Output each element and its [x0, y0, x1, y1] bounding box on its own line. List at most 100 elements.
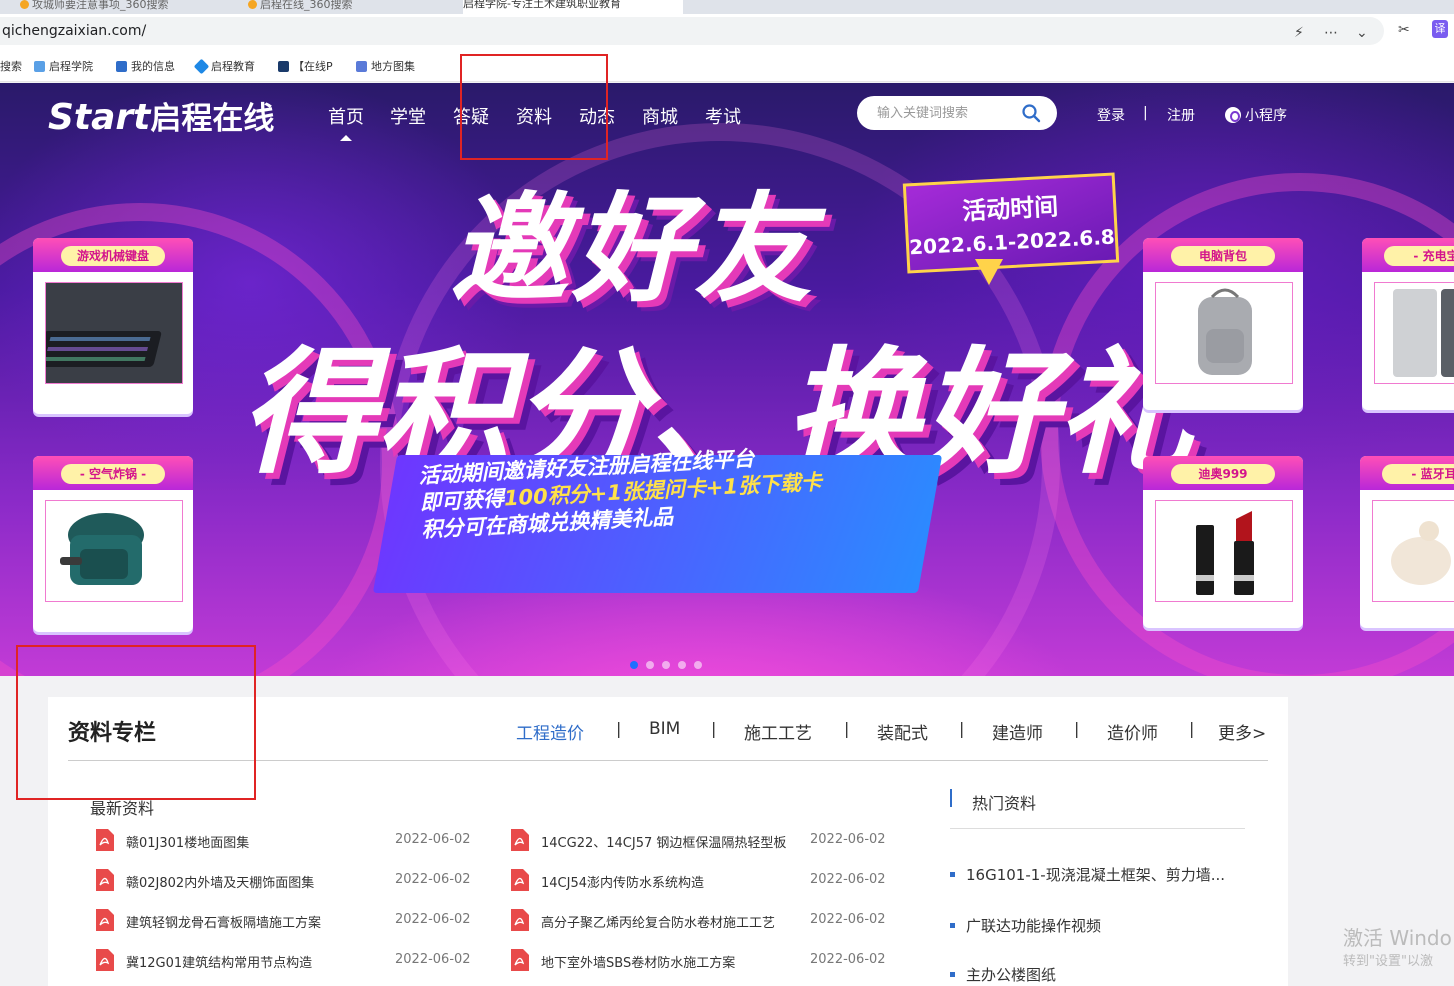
browser-tab-active[interactable]: 启程学院-专注土木建筑职业教育 [463, 0, 683, 14]
tab-constructor[interactable]: 建造师 [992, 719, 1043, 744]
bookmark-item[interactable]: 启程教育 [193, 58, 255, 75]
activity-time-title: 活动时间 [961, 192, 1059, 226]
mini-program-icon [1225, 107, 1241, 123]
browser-tab[interactable]: 启程在线_360搜索 [248, 0, 448, 14]
bookmark-favicon-icon [116, 61, 127, 72]
url-text: qichengzaixian.com/ [2, 23, 147, 39]
bookmark-item[interactable]: 地方图集 [356, 58, 415, 74]
nav-academy[interactable]: 学堂 [390, 103, 426, 129]
search-box[interactable] [857, 96, 1057, 130]
earbuds-image [1372, 500, 1454, 602]
tab-prefabricated[interactable]: 装配式 [877, 719, 928, 744]
windows-activation-hint: 转到"设置"以激 [1343, 954, 1433, 969]
pdf-icon [511, 829, 529, 851]
more-icon[interactable]: ⋯ [1324, 25, 1338, 41]
prize-card: 游戏机械键盘 [33, 238, 193, 414]
hot-item[interactable]: 主办公楼图纸 [950, 964, 1056, 985]
address-bar: qichengzaixian.com/ ⚡ ⋯ ⌄ ✂ 译 [0, 14, 1454, 48]
tab-cost-engineer[interactable]: 造价师 [1107, 719, 1158, 744]
doc-title: 14CJ54澎内传防水系统构造 [541, 876, 704, 891]
header-divider: | [1143, 105, 1148, 121]
prize-card: 迪奥999 [1143, 456, 1303, 628]
carousel-dot[interactable] [678, 661, 686, 669]
prize-label: - 充电宝 [1384, 246, 1454, 266]
bookmark-favicon-icon [34, 61, 45, 72]
nav-home[interactable]: 首页 [328, 103, 364, 129]
tab-separator: | [1074, 719, 1080, 738]
doc-title: 赣01J301楼地面图集 [126, 836, 250, 851]
tab-cost-engineering[interactable]: 工程造价 [516, 719, 584, 744]
browser-tab[interactable]: 攻城师要注意事项_360搜索 [20, 0, 235, 14]
nav-shop[interactable]: 商城 [642, 103, 678, 129]
doc-title: 赣02J802内外墙及天棚饰面图集 [126, 876, 315, 891]
hot-item[interactable]: 广联达功能操作视频 [950, 915, 1101, 936]
doc-title: 地下室外墙SBS卷材防水施工方案 [541, 956, 736, 971]
carousel-dots [630, 654, 710, 673]
translate-icon[interactable]: 译 [1432, 20, 1448, 38]
carousel-dot-active[interactable] [630, 661, 638, 669]
search-icon[interactable] [1021, 103, 1041, 123]
tab-favicon-icon [248, 0, 257, 9]
activity-time-badge: 活动时间 2022.6.1-2022.6.8 [902, 172, 1120, 274]
carousel-dot[interactable] [694, 661, 702, 669]
backpack-image [1155, 282, 1293, 384]
prize-label: 游戏机械键盘 [61, 246, 165, 266]
url-field[interactable]: qichengzaixian.com/ ⚡ ⋯ ⌄ [0, 17, 1384, 45]
bookmark-item[interactable]: 我的信息 [116, 58, 175, 74]
prize-label: - 空气炸锅 - [61, 464, 165, 484]
lightning-icon[interactable]: ⚡ [1294, 25, 1304, 41]
prize-label: 电脑背包 [1171, 246, 1275, 266]
hot-item[interactable]: 16G101-1-现浇混凝土框架、剪力墙... [950, 864, 1225, 885]
carousel-dot[interactable] [646, 661, 654, 669]
list-item[interactable]: 赣02J802内外墙及天棚饰面图集 2022-06-02 [96, 869, 486, 893]
prize-card: - 空气炸锅 - [33, 456, 193, 632]
scissors-icon[interactable]: ✂ [1398, 22, 1410, 38]
pdf-icon [511, 869, 529, 891]
doc-date: 2022-06-02 [810, 912, 886, 927]
doc-date: 2022-06-02 [395, 952, 471, 967]
nav-active-indicator [340, 135, 352, 141]
hot-divider [950, 828, 1245, 829]
tab-bim[interactable]: BIM [649, 719, 680, 739]
hot-accent-bar [950, 789, 952, 807]
list-item[interactable]: 建筑轻钢龙骨石膏板隔墙施工方案 2022-06-02 [96, 909, 486, 933]
list-item[interactable]: 14CJ54澎内传防水系统构造 2022-06-02 [511, 869, 901, 893]
hero-banner[interactable]: Start启程在线 首页 学堂 答疑 资料 动态 商城 考试 登录 | 注册 小… [0, 83, 1454, 676]
list-item[interactable]: 14CG22、14CJ57 钢边框保温隔热轻型板 2022-06-02 [511, 829, 901, 853]
pdf-icon [96, 949, 114, 971]
list-item[interactable]: 赣01J301楼地面图集 2022-06-02 [96, 829, 486, 853]
doc-title: 高分子聚乙烯丙纶复合防水卷材施工工艺 [541, 916, 776, 931]
annotation-box [16, 645, 256, 800]
hot-label: 热门资料 [972, 794, 1037, 813]
earbuds-icon [1391, 521, 1451, 585]
tab-construction-process[interactable]: 施工工艺 [744, 719, 812, 744]
pdf-icon [96, 869, 114, 891]
list-item[interactable]: 高分子聚乙烯丙纶复合防水卷材施工工艺 2022-06-02 [511, 909, 901, 933]
keyboard-image [35, 282, 183, 384]
mini-program-link[interactable]: 小程序 [1225, 105, 1287, 125]
pdf-icon [96, 829, 114, 851]
bookmark-item[interactable]: 【在线P [278, 58, 333, 74]
keyboard-icon [35, 283, 182, 383]
register-link[interactable]: 注册 [1167, 105, 1195, 125]
doc-date: 2022-06-02 [395, 872, 471, 887]
chevron-down-icon[interactable]: ⌄ [1356, 25, 1368, 41]
list-item[interactable]: 地下室外墙SBS卷材防水施工方案 2022-06-02 [511, 949, 901, 973]
search-input[interactable] [877, 103, 1017, 123]
tab-separator: | [711, 719, 717, 738]
doc-title: 14CG22、14CJ57 钢边框保温隔热轻型板 [541, 836, 787, 851]
pdf-icon [96, 909, 114, 931]
bookmark-favicon-icon [193, 58, 210, 75]
list-item[interactable]: 冀12G01建筑结构常用节点构造 2022-06-02 [96, 949, 486, 973]
site-logo[interactable]: Start启程在线 [48, 93, 274, 138]
doc-date: 2022-06-02 [810, 832, 886, 847]
nav-exam[interactable]: 考试 [705, 103, 741, 129]
browser-tab-bar: 攻城师要注意事项_360搜索 启程在线_360搜索 启程学院-专注土木建筑职业教… [0, 0, 1454, 14]
login-link[interactable]: 登录 [1097, 105, 1125, 125]
doc-title: 建筑轻钢龙骨石膏板隔墙施工方案 [126, 916, 322, 931]
tab-more[interactable]: 更多> [1218, 719, 1266, 744]
bookmark-item[interactable]: 启程学院 [34, 58, 93, 74]
carousel-dot[interactable] [662, 661, 670, 669]
doc-date: 2022-06-02 [395, 832, 471, 847]
bookmark-item[interactable]: 搜索 [0, 58, 22, 74]
